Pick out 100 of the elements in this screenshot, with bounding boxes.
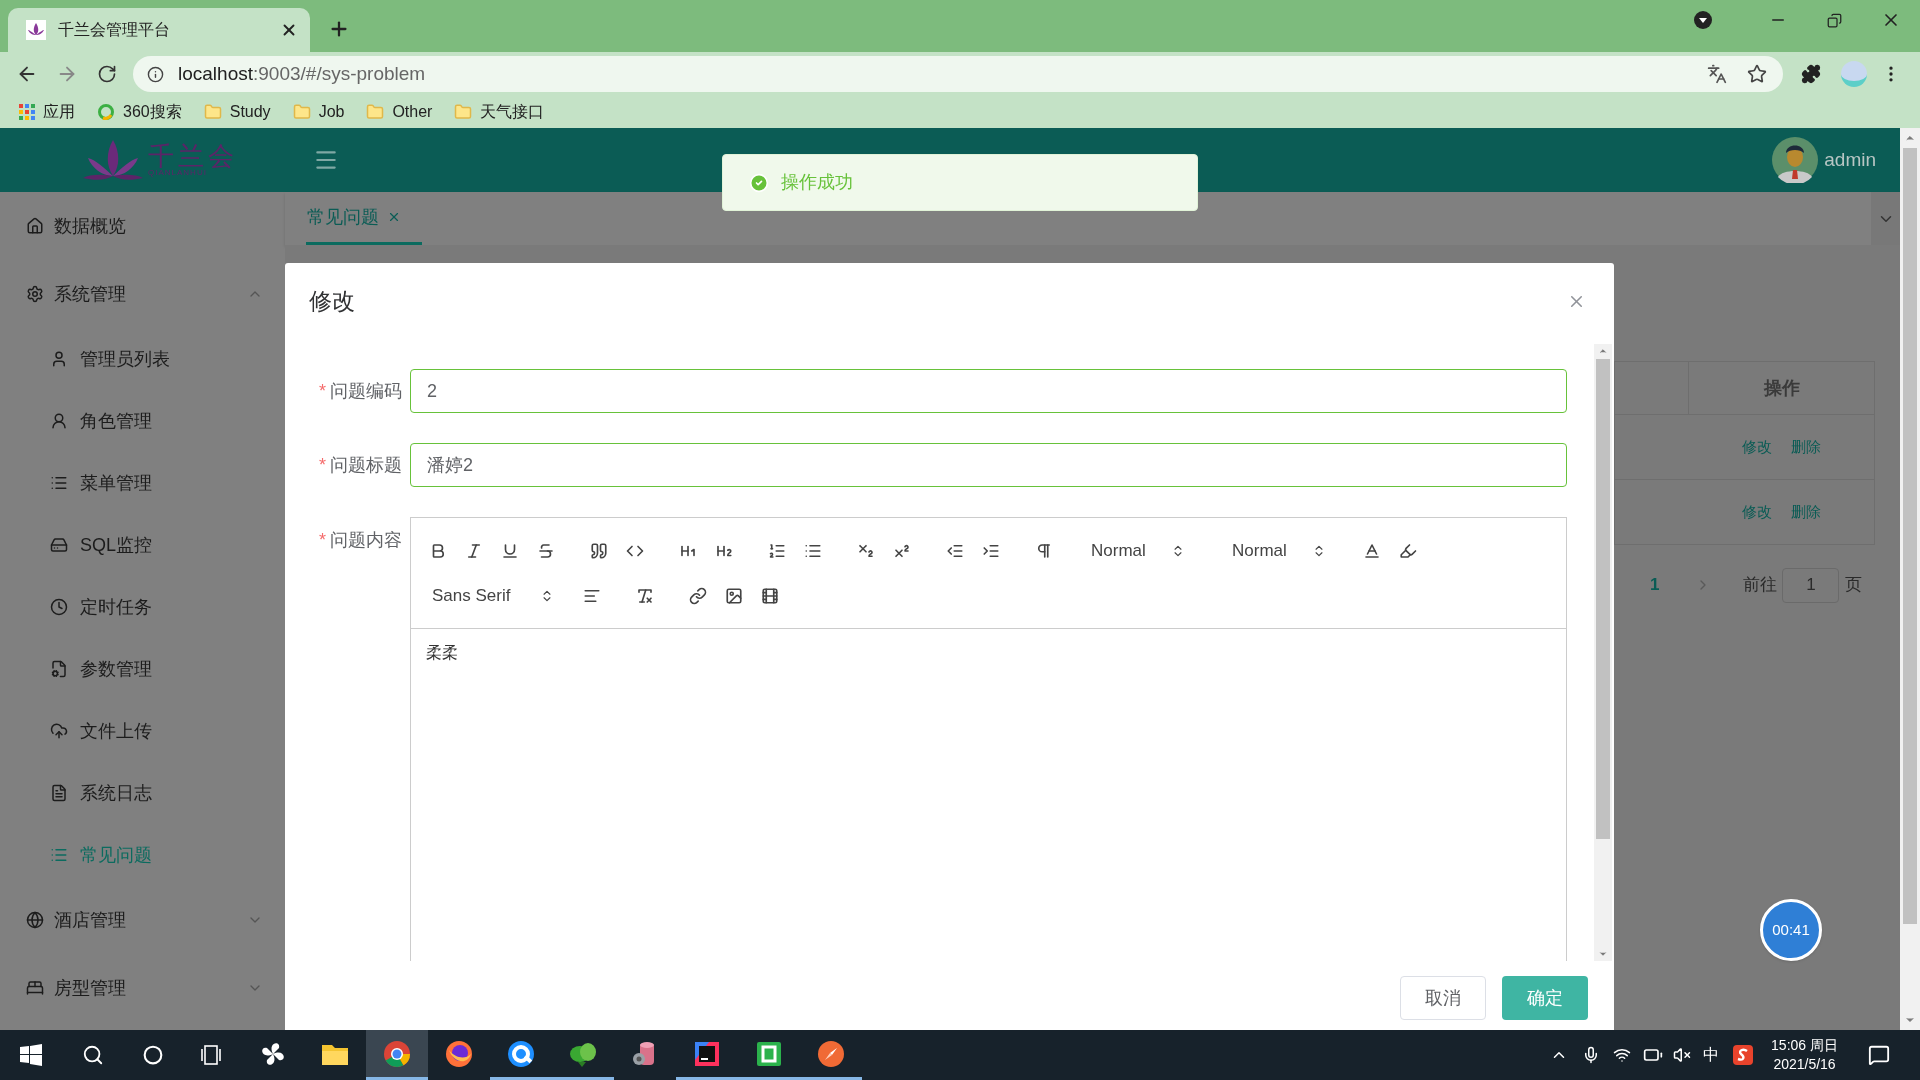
required-mark: * — [319, 530, 326, 550]
submenu-item[interactable]: 系统日志 — [0, 762, 285, 824]
dropdown-select[interactable]: Normal — [1220, 534, 1326, 567]
field-label: 问题标题 — [330, 455, 402, 475]
clock-icon — [50, 598, 68, 616]
text-field[interactable]: 2 — [410, 369, 1567, 413]
translate-icon[interactable] — [1707, 64, 1727, 84]
user-avatar[interactable] — [1772, 137, 1819, 183]
address-bar[interactable]: localhost:9003/#/sys-problem — [133, 56, 1783, 92]
quote-icon — [590, 541, 608, 560]
url-text: localhost:9003/#/sys-problem — [178, 61, 426, 86]
cloud-upload-icon — [50, 722, 68, 740]
info-icon[interactable] — [147, 65, 164, 83]
document-icon — [50, 784, 68, 802]
confirm-button[interactable]: 确定 — [1502, 976, 1588, 1020]
submenu-item[interactable]: 菜单管理 — [0, 452, 285, 514]
scroll-down-icon[interactable] — [1598, 949, 1608, 959]
fox-browser-app-icon[interactable] — [445, 1039, 473, 1068]
bookmark[interactable]: 应用 — [19, 100, 75, 124]
logo-text: 千兰会 — [148, 143, 238, 169]
italic-icon — [465, 541, 483, 560]
page-input[interactable]: 1 — [1782, 567, 1840, 603]
video-icon — [761, 586, 779, 605]
bookmark[interactable]: 天气接口 — [454, 100, 545, 124]
submenu-item[interactable]: SQL监控 — [0, 514, 285, 576]
clock[interactable]: 15:06 周日 2021/5/16 — [1771, 1036, 1838, 1074]
field-label: 问题内容 — [330, 530, 402, 550]
browser-tab[interactable]: 千兰会管理平台 — [8, 8, 310, 52]
image-icon — [725, 586, 743, 605]
reload-icon[interactable] — [97, 64, 117, 84]
assistant-circle-icon[interactable] — [143, 1045, 163, 1065]
submenu-item[interactable]: 管理员列表 — [0, 328, 285, 390]
goto-label: 前往 — [1743, 574, 1778, 597]
scroll-up-icon[interactable] — [1598, 346, 1608, 356]
bookmark[interactable]: Other — [366, 100, 433, 124]
ordered-list-icon — [768, 541, 786, 560]
task-view-icon[interactable] — [201, 1045, 223, 1065]
submenu-item[interactable]: 定时任务 — [0, 576, 285, 638]
bookmark[interactable]: Study — [203, 100, 271, 124]
menu-item[interactable]: 酒店管理 — [0, 886, 285, 954]
search-icon[interactable] — [82, 1044, 104, 1066]
person-icon — [50, 412, 68, 430]
media-control-icon[interactable] — [1693, 10, 1713, 30]
browser-app-icon[interactable] — [383, 1039, 411, 1068]
user-icon — [50, 350, 68, 368]
bed-icon — [26, 979, 44, 997]
pilcrow-icon — [1035, 541, 1053, 560]
home-icon — [26, 217, 44, 235]
highlight-icon — [1399, 541, 1417, 560]
cancel-button[interactable]: 取消 — [1400, 976, 1486, 1020]
folder-icon — [454, 103, 473, 121]
page-scrollbar[interactable] — [1900, 128, 1920, 1030]
required-mark: * — [319, 455, 326, 475]
mute-speaker-icon[interactable] — [1673, 1046, 1692, 1064]
dropdown-select[interactable]: Sans Serif — [420, 579, 554, 612]
drive-icon — [50, 536, 68, 554]
list-icon — [50, 474, 68, 492]
username: admin — [1824, 147, 1876, 172]
settings-icon — [26, 285, 44, 303]
success-check-icon — [749, 172, 769, 193]
input-method[interactable]: 中 — [1703, 1043, 1720, 1067]
file-gear-icon — [50, 660, 68, 678]
folder-icon — [366, 103, 385, 121]
submenu-item[interactable]: 角色管理 — [0, 390, 285, 452]
editor-content: 柔柔 — [426, 644, 458, 661]
text-field[interactable]: 潘婷2 — [410, 443, 1567, 487]
logo-subtext: QIANLANHUI — [148, 169, 208, 177]
notifications-icon[interactable] — [1868, 1044, 1890, 1066]
menu-item[interactable]: 数据概览 — [0, 192, 285, 260]
compass-app-icon[interactable] — [817, 1039, 845, 1068]
ring-app-icon[interactable] — [507, 1039, 535, 1068]
ring-logo-icon — [97, 103, 115, 121]
menu-item[interactable]: 房型管理 — [0, 954, 285, 1022]
required-mark: * — [319, 381, 326, 401]
strikethrough-icon — [537, 541, 555, 560]
field-label: 问题编码 — [330, 381, 402, 401]
dropdown-select[interactable]: Normal — [1079, 534, 1185, 567]
clear-format-icon — [636, 586, 654, 605]
bookmark[interactable]: Job — [292, 100, 345, 124]
underline-icon — [501, 541, 519, 560]
extensions-icon[interactable] — [1801, 64, 1821, 84]
bookmark-star-icon[interactable] — [1747, 64, 1767, 84]
submenu-item[interactable]: 参数管理 — [0, 638, 285, 700]
bookmark[interactable]: 360搜索 — [97, 100, 182, 124]
menu-item[interactable]: 系统管理 — [0, 260, 285, 328]
success-toast: 操作成功 — [722, 154, 1198, 211]
link-icon — [689, 586, 707, 605]
square-app-icon[interactable] — [755, 1039, 783, 1068]
apps-grid-icon — [19, 104, 35, 120]
s-logo-icon[interactable] — [1733, 1045, 1754, 1065]
dialog-scrollbar[interactable] — [1594, 344, 1612, 961]
globe-icon — [26, 911, 44, 929]
list-icon — [50, 846, 68, 864]
windows-start-icon[interactable] — [20, 1044, 42, 1066]
folder-icon — [292, 103, 311, 121]
ide-app-icon[interactable] — [693, 1039, 721, 1068]
submenu-item[interactable]: 文件上传 — [0, 700, 285, 762]
wifi-icon[interactable] — [1613, 1046, 1632, 1064]
lotus-logo-icon — [82, 138, 144, 182]
restore-icon[interactable] — [1826, 12, 1842, 28]
